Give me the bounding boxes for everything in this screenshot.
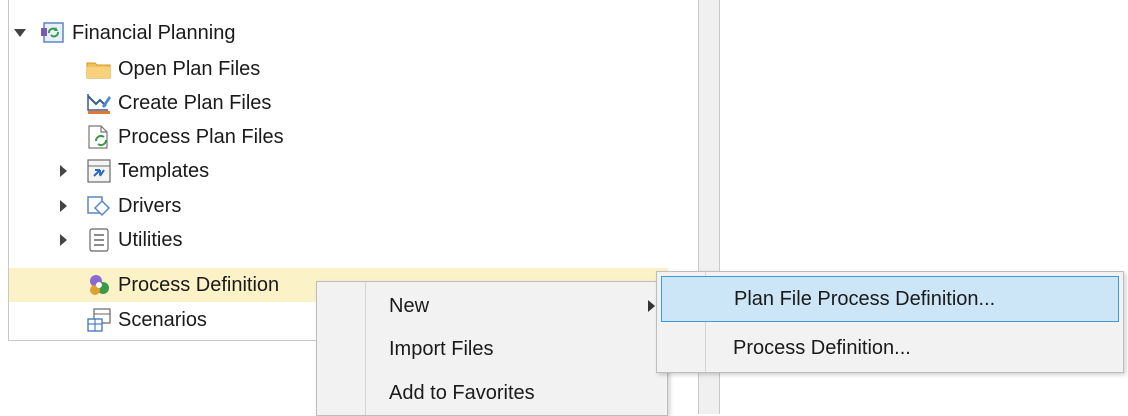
menu-item-label: Import Files [389, 337, 494, 360]
menu-item-label: New [389, 294, 430, 317]
tree-item-label: Create Plan Files [118, 91, 272, 114]
menu-item-process-definition[interactable]: Process Definition... [657, 326, 1123, 370]
tree-item-open-plan-files[interactable]: Open Plan Files [86, 52, 260, 86]
submenu: Plan File Process Definition... Process … [656, 271, 1124, 373]
expand-arrow-icon[interactable] [14, 29, 26, 37]
tree-item-label: Drivers [118, 194, 182, 217]
menu-item-label: Plan File Process Definition... [734, 287, 996, 310]
process-plan-icon [86, 124, 112, 150]
tree-item-label: Scenarios [118, 308, 207, 331]
menu-item-new[interactable]: New [317, 284, 667, 328]
tree-item-scenarios[interactable]: Scenarios [86, 303, 207, 337]
tree-item-financial-planning[interactable]: Financial Planning [14, 16, 235, 50]
tree-item-templates[interactable]: Templates [58, 154, 209, 188]
tree-item-label: Process Definition [118, 273, 280, 296]
utilities-icon [86, 227, 112, 253]
menu-item-label: Process Definition... [733, 336, 911, 359]
expand-arrow-icon[interactable] [60, 234, 67, 246]
tree-item-label: Process Plan Files [118, 125, 284, 148]
tree-item-create-plan-files[interactable]: Create Plan Files [86, 86, 271, 120]
context-menu: New Import Files Add to Favorites [316, 281, 668, 416]
submenu-arrow-icon [648, 300, 655, 312]
tree-item-utilities[interactable]: Utilities [58, 223, 182, 257]
expand-arrow-icon[interactable] [60, 200, 67, 212]
scenarios-icon [86, 307, 112, 333]
drivers-icon [86, 193, 112, 219]
create-plan-icon [86, 90, 112, 116]
process-definition-icon [86, 272, 112, 298]
tree-item-label: Utilities [118, 228, 183, 251]
tree-item-label: Financial Planning [72, 21, 236, 44]
menu-item-add-to-favorites[interactable]: Add to Favorites [317, 372, 667, 414]
menu-item-label: Add to Favorites [389, 381, 535, 404]
menu-item-import-files[interactable]: Import Files [317, 328, 667, 370]
expand-arrow-icon[interactable] [60, 165, 67, 177]
menu-item-plan-file-process-definition[interactable]: Plan File Process Definition... [661, 276, 1119, 322]
folder-icon [86, 56, 112, 82]
tree-item-process-plan-files[interactable]: Process Plan Files [86, 120, 284, 154]
tree-item-label: Open Plan Files [118, 57, 261, 80]
templates-icon [86, 158, 112, 184]
tree-item-drivers[interactable]: Drivers [58, 189, 181, 223]
tree-item-label: Templates [118, 159, 210, 182]
financial-planning-icon [40, 20, 66, 46]
